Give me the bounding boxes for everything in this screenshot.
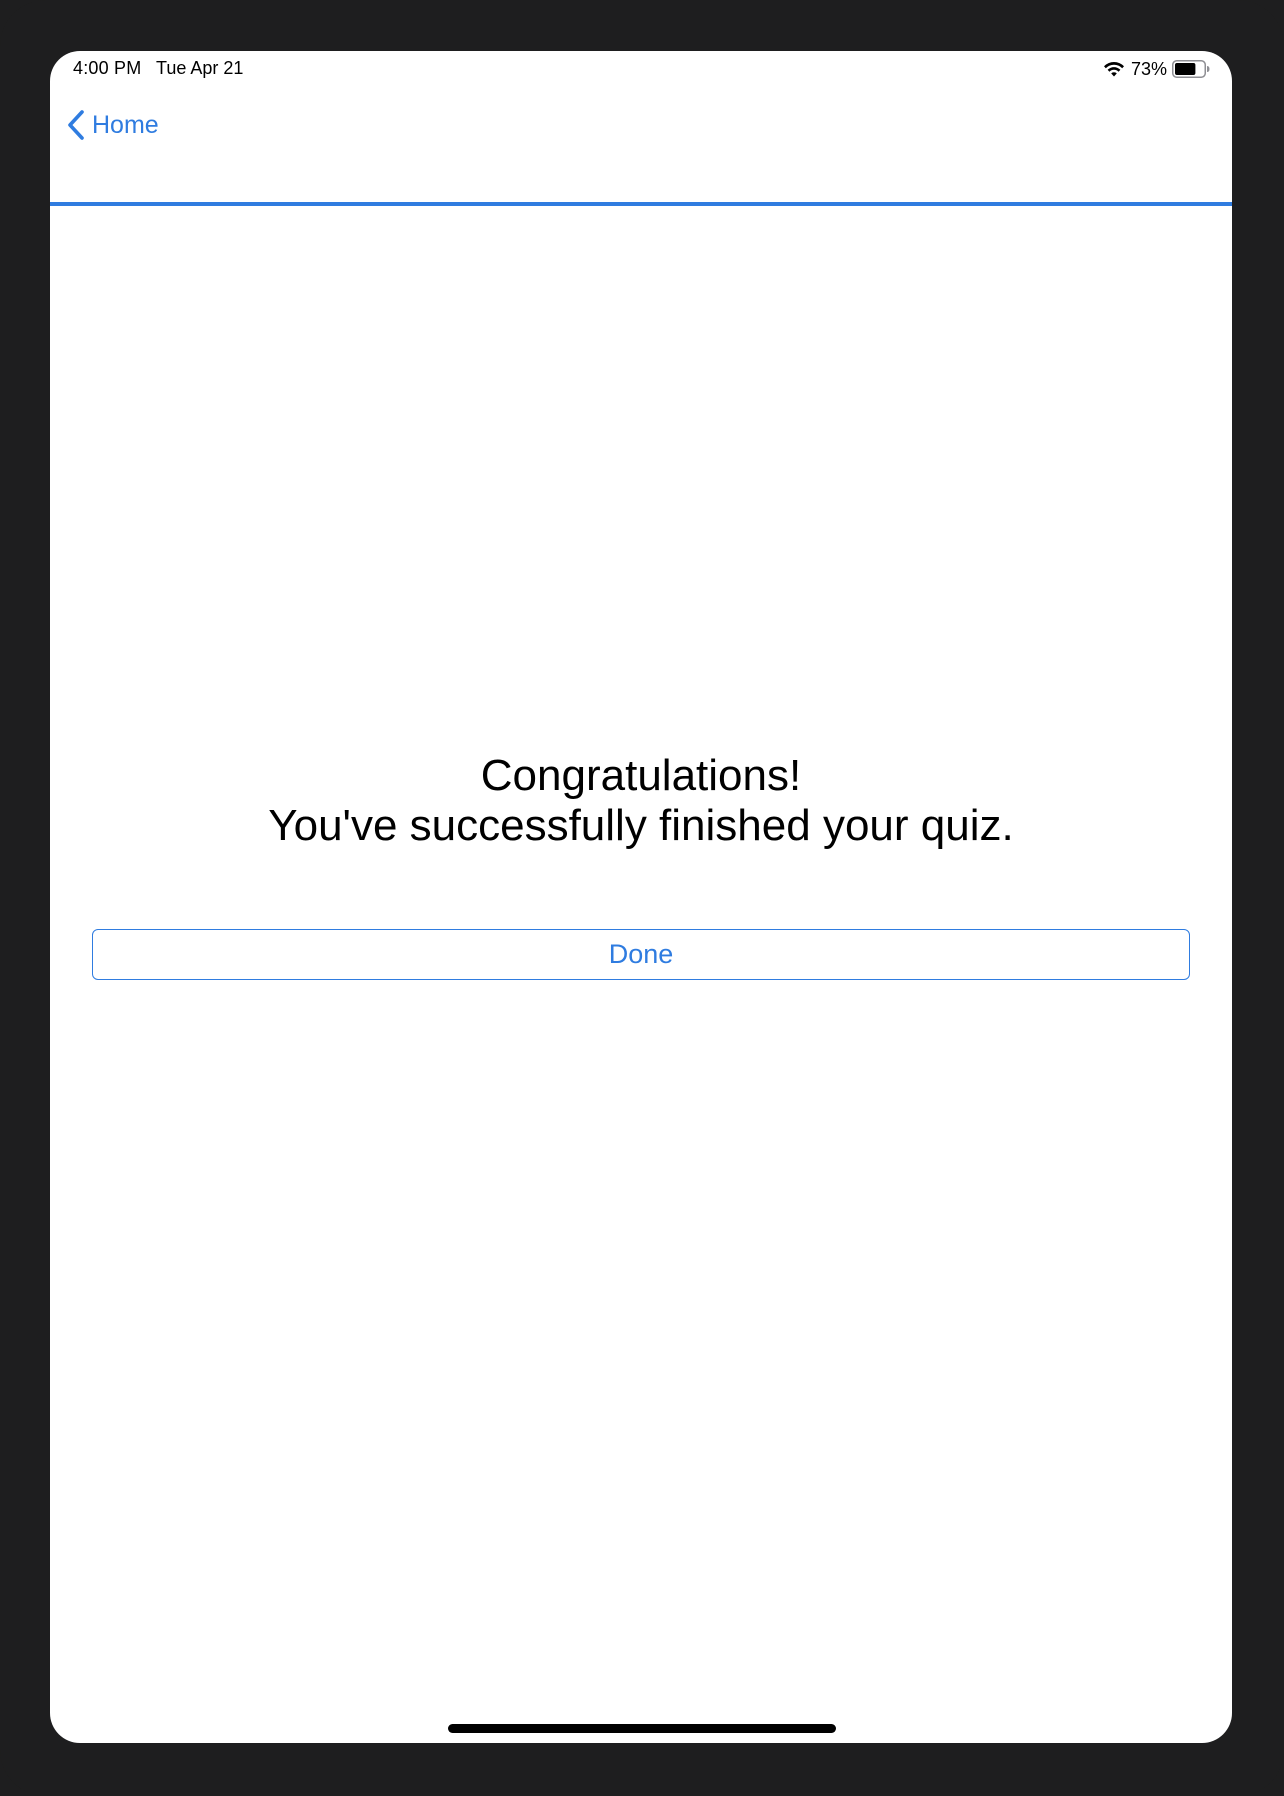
navigation-bar: Home	[50, 89, 1232, 206]
wifi-icon	[1103, 61, 1124, 77]
message-title: Congratulations!	[480, 751, 802, 800]
screen: 4:00 PM Tue Apr 21 73% Home Congratulati…	[50, 51, 1232, 1743]
battery-percent: 73%	[1130, 58, 1167, 79]
chevron-left-icon	[68, 110, 84, 140]
status-bar: 4:00 PM Tue Apr 21 73%	[50, 51, 1232, 89]
completion-message: Congratulations! You've successfully fin…	[50, 751, 1232, 851]
message-subtitle: You've successfully finished your quiz.	[268, 801, 1014, 850]
back-button-label: Home	[92, 110, 159, 139]
status-date: Tue Apr 21	[156, 58, 244, 78]
home-indicator[interactable]	[448, 1724, 836, 1733]
status-time: 4:00 PM	[73, 58, 142, 78]
back-button[interactable]: Home	[66, 105, 159, 145]
device-frame: 4:00 PM Tue Apr 21 73% Home Congratulati…	[0, 0, 1284, 1796]
done-button[interactable]: Done	[92, 929, 1190, 980]
battery-icon	[1172, 60, 1210, 78]
status-indicators: 73%	[1103, 57, 1210, 81]
